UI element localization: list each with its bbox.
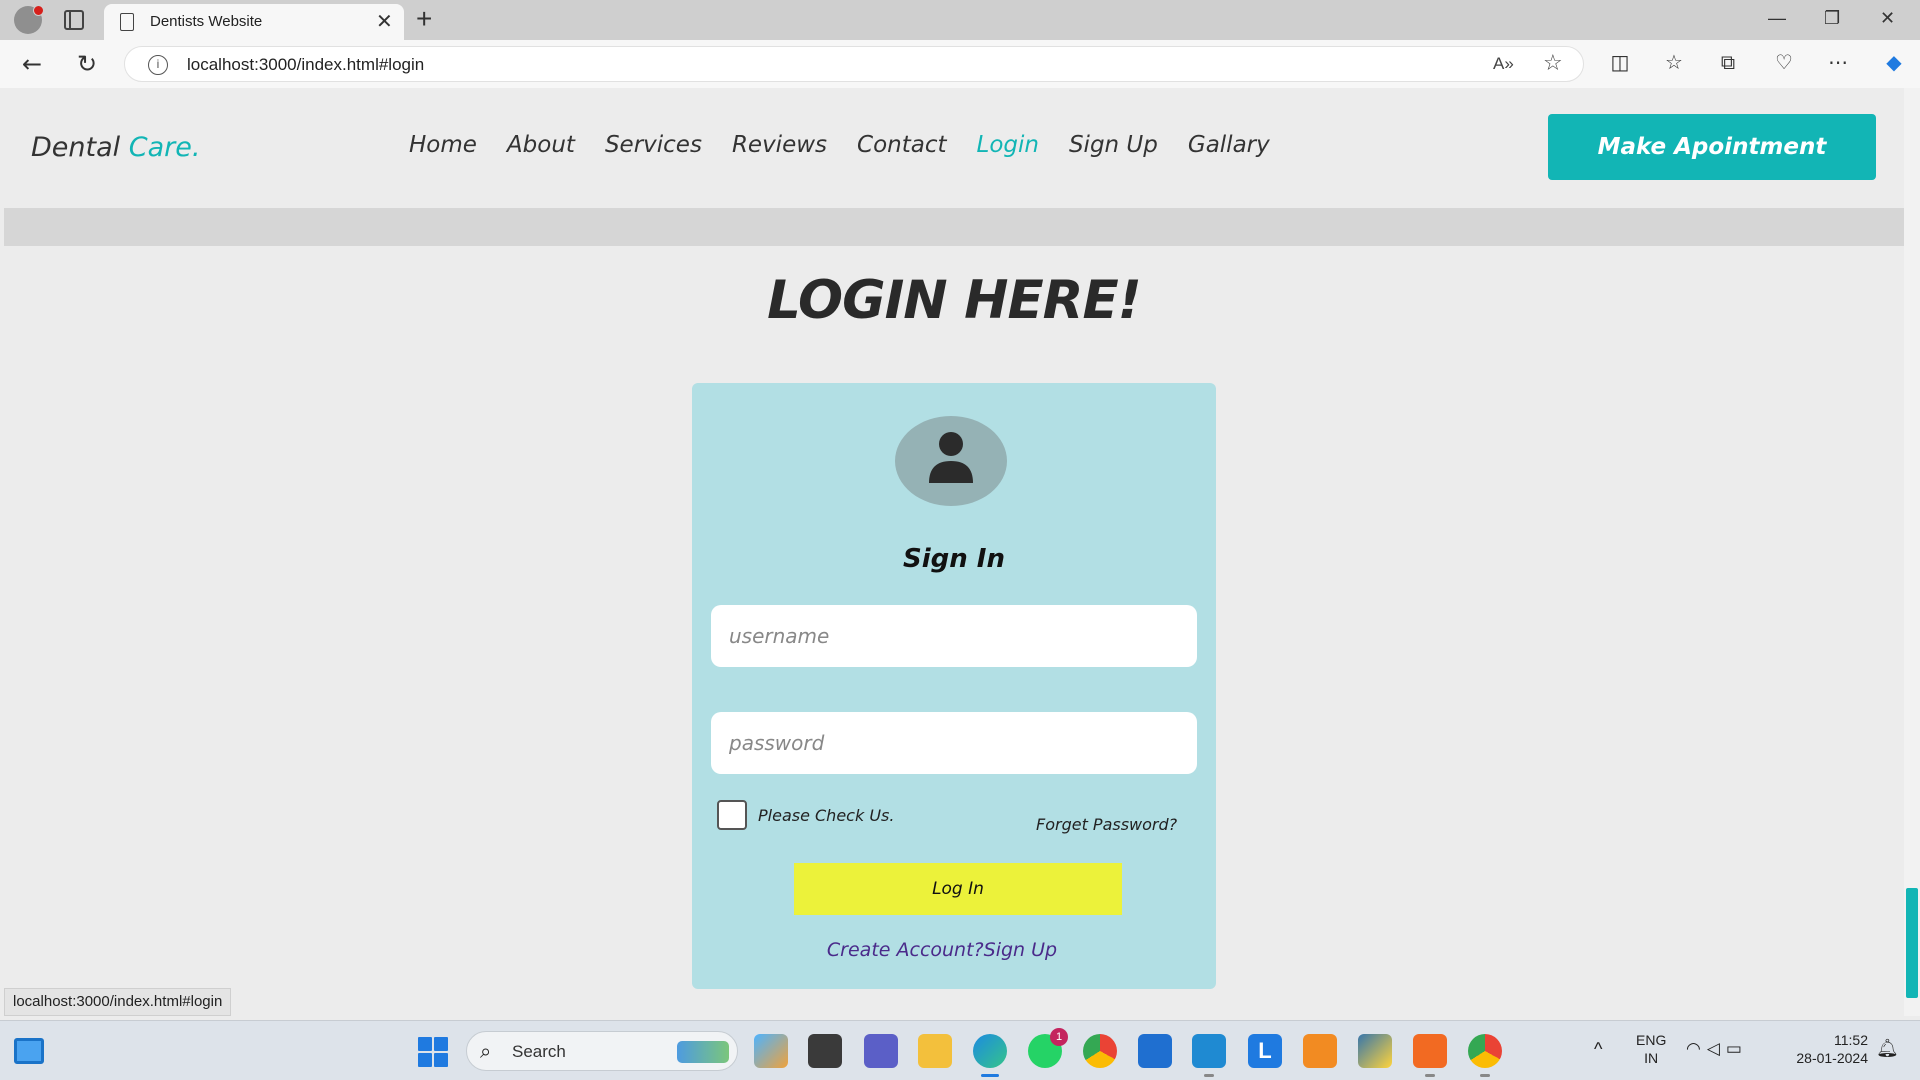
- search-label: Search: [512, 1042, 566, 1061]
- split-screen-icon[interactable]: ◫: [1608, 50, 1632, 74]
- user-silhouette-icon: [929, 432, 973, 483]
- system-tray-icons[interactable]: ◠◁▭: [1686, 1039, 1748, 1080]
- log-in-button[interactable]: Log In: [794, 863, 1122, 915]
- browser-tab[interactable]: Dentists Website ✕: [104, 4, 404, 40]
- new-tab-button[interactable]: +: [416, 5, 432, 33]
- read-aloud-icon[interactable]: A»: [1493, 54, 1514, 74]
- l-app-icon[interactable]: L: [1248, 1034, 1282, 1068]
- running-indicator: [1480, 1074, 1490, 1077]
- edge-icon[interactable]: [973, 1034, 1007, 1077]
- language-code: ENG: [1636, 1032, 1667, 1048]
- browser-essentials-icon[interactable]: ♡: [1772, 50, 1796, 74]
- main-nav: Home About Services Reviews Contact Logi…: [409, 132, 1270, 158]
- minimize-button[interactable]: —: [1768, 8, 1786, 29]
- volume-icon[interactable]: ◁: [1707, 1039, 1726, 1058]
- nav-services[interactable]: Services: [605, 132, 702, 158]
- favorite-icon[interactable]: ☆: [1543, 51, 1563, 76]
- browser-tab-bar: Dentists Website ✕ + — ❐ ✕: [0, 0, 1920, 40]
- logo-main: Dental: [31, 132, 121, 163]
- logo-accent: Care.: [128, 132, 201, 163]
- region-code: IN: [1644, 1050, 1659, 1066]
- refresh-icon[interactable]: ↻: [77, 50, 97, 78]
- sign-in-title: Sign In: [903, 544, 1005, 574]
- clock-date: 28-01-2024: [1796, 1050, 1868, 1066]
- checkbox-label: Please Check Us.: [758, 806, 895, 825]
- make-appointment-button[interactable]: Make Apointment: [1548, 114, 1876, 180]
- page-scrollbar[interactable]: [1904, 88, 1920, 1016]
- nav-sign-up[interactable]: Sign Up: [1069, 132, 1158, 158]
- collections-icon[interactable]: ⧉: [1716, 50, 1740, 74]
- store-icon[interactable]: [1138, 1034, 1172, 1068]
- nav-gallery[interactable]: Gallary: [1188, 132, 1270, 158]
- status-bar-url: localhost:3000/index.html#login: [4, 988, 232, 1016]
- copilot-app-icon[interactable]: [754, 1034, 788, 1068]
- url-text[interactable]: localhost:3000/index.html#login: [187, 55, 424, 75]
- profile-avatar-icon[interactable]: [14, 5, 44, 34]
- taskbar: ⌕ Search 1 L ^ ENG IN ◠◁▭ 11:52 28-01-20…: [0, 1020, 1920, 1080]
- tab-title: Dentists Website: [150, 13, 263, 30]
- favorites-icon[interactable]: ☆: [1662, 50, 1686, 74]
- tab-close-icon[interactable]: ✕: [376, 11, 393, 31]
- search-icon: ⌕: [480, 1039, 492, 1063]
- nav-contact[interactable]: Contact: [857, 132, 946, 158]
- folder-icon[interactable]: [918, 1034, 952, 1068]
- password-input[interactable]: [711, 712, 1197, 774]
- chrome-dev-icon[interactable]: [1468, 1034, 1502, 1077]
- copilot-icon[interactable]: ◆: [1882, 50, 1906, 74]
- forgot-password-link[interactable]: Forget Password?: [1036, 815, 1177, 834]
- user-avatar-icon: [895, 416, 1007, 506]
- whatsapp-icon[interactable]: 1: [1028, 1028, 1068, 1068]
- nav-reviews[interactable]: Reviews: [732, 132, 827, 158]
- notification-badge: 1: [1050, 1028, 1068, 1046]
- login-card: Sign In Please Check Us. Forget Password…: [692, 383, 1216, 989]
- nav-about[interactable]: About: [507, 132, 575, 158]
- nav-home[interactable]: Home: [409, 132, 477, 158]
- running-indicator: [981, 1074, 999, 1077]
- show-hidden-icons-chevron[interactable]: ^: [1594, 1039, 1602, 1080]
- chrome-icon[interactable]: [1083, 1034, 1117, 1068]
- address-bar[interactable]: i localhost:3000/index.html#login A» ☆: [124, 46, 1584, 82]
- browser-toolbar: ← ↻ i localhost:3000/index.html#login A»…: [0, 40, 1920, 88]
- username-input[interactable]: [711, 605, 1197, 667]
- clock[interactable]: 11:52 28-01-2024: [1784, 1031, 1868, 1080]
- running-indicator: [1204, 1074, 1214, 1077]
- create-account-link[interactable]: Create Account?Sign Up: [692, 939, 1192, 961]
- taskbar-search[interactable]: ⌕ Search: [466, 1031, 738, 1071]
- start-icon[interactable]: [418, 1037, 448, 1067]
- xampp-icon[interactable]: [1413, 1034, 1447, 1077]
- page-icon: [120, 13, 134, 31]
- website: Dental Care. Home About Services Reviews…: [4, 88, 1904, 1016]
- vscode-icon[interactable]: [1192, 1034, 1226, 1077]
- file-explorer-icon[interactable]: [808, 1034, 842, 1068]
- site-header: Dental Care. Home About Services Reviews…: [4, 88, 1904, 208]
- teams-icon[interactable]: [864, 1034, 898, 1068]
- tab-actions-icon[interactable]: [64, 10, 84, 30]
- running-indicator: [1425, 1074, 1435, 1077]
- back-icon[interactable]: ←: [22, 50, 42, 78]
- remember-checkbox[interactable]: [717, 800, 747, 830]
- wifi-icon[interactable]: ◠: [1686, 1039, 1707, 1058]
- language-indicator[interactable]: ENG IN: [1636, 1031, 1666, 1080]
- close-window-button[interactable]: ✕: [1880, 8, 1895, 29]
- battery-icon[interactable]: ▭: [1726, 1039, 1748, 1058]
- python-icon[interactable]: [1358, 1034, 1392, 1068]
- notification-bell-icon[interactable]: 🔔︎: [1876, 1038, 1899, 1080]
- restore-button[interactable]: ❐: [1824, 8, 1840, 29]
- nav-login[interactable]: Login: [977, 132, 1039, 158]
- widgets-icon[interactable]: [14, 1038, 44, 1064]
- clock-time: 11:52: [1834, 1032, 1868, 1048]
- scrollbar-thumb[interactable]: [1906, 888, 1918, 998]
- site-logo[interactable]: Dental Care.: [31, 132, 200, 163]
- sublime-icon[interactable]: [1303, 1034, 1337, 1068]
- search-highlight-icon: [677, 1041, 729, 1063]
- page-title: LOGIN HERE!: [767, 270, 1142, 331]
- more-icon[interactable]: ⋯: [1826, 50, 1850, 74]
- info-icon[interactable]: i: [148, 55, 168, 75]
- header-divider: [4, 208, 1904, 246]
